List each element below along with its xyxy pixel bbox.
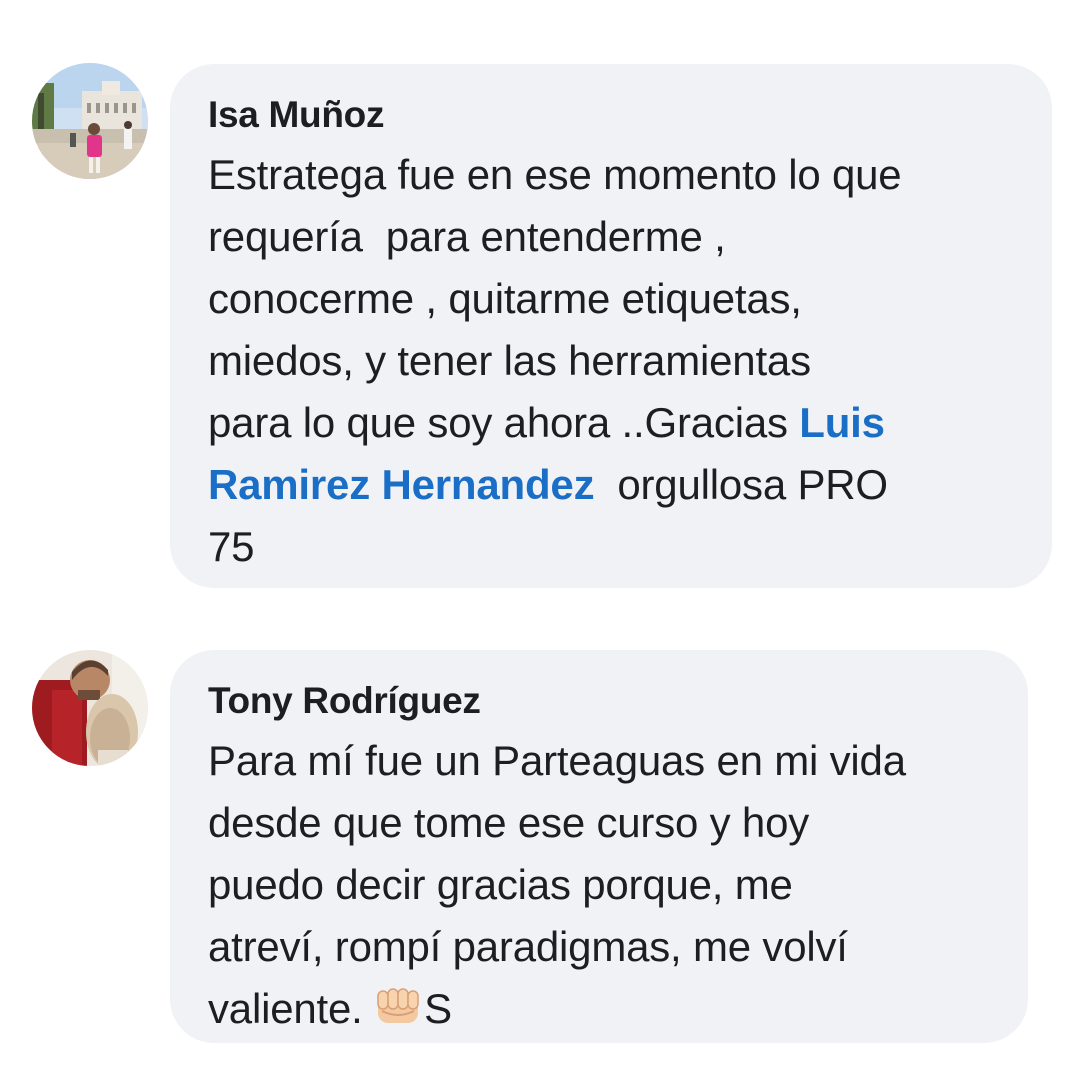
comment-author[interactable]: Tony Rodríguez	[208, 678, 988, 724]
avatar[interactable]	[32, 63, 148, 179]
avatar-photo	[32, 650, 148, 766]
comment-author[interactable]: Isa Muñoz	[208, 92, 1012, 138]
avatar-photo	[32, 63, 148, 179]
comment-text-part: Para mí fue un Parteaguas en mi vida des…	[208, 737, 906, 1032]
comments-screen: Isa Muñoz Estratega fue en ese momento l…	[0, 0, 1080, 1080]
avatar[interactable]	[32, 650, 148, 766]
oncoming-fist-icon	[374, 984, 422, 1028]
comment-text-part: Estratega fue en ese momento lo que requ…	[208, 151, 902, 446]
comment-text: Para mí fue un Parteaguas en mi vida des…	[208, 730, 988, 1040]
comment-bubble[interactable]: Isa Muñoz Estratega fue en ese momento l…	[170, 64, 1052, 588]
comment-text-part: S	[424, 985, 452, 1032]
comment-text: Estratega fue en ese momento lo que requ…	[208, 144, 1012, 578]
comment-bubble[interactable]: Tony Rodríguez Para mí fue un Parteaguas…	[170, 650, 1028, 1043]
